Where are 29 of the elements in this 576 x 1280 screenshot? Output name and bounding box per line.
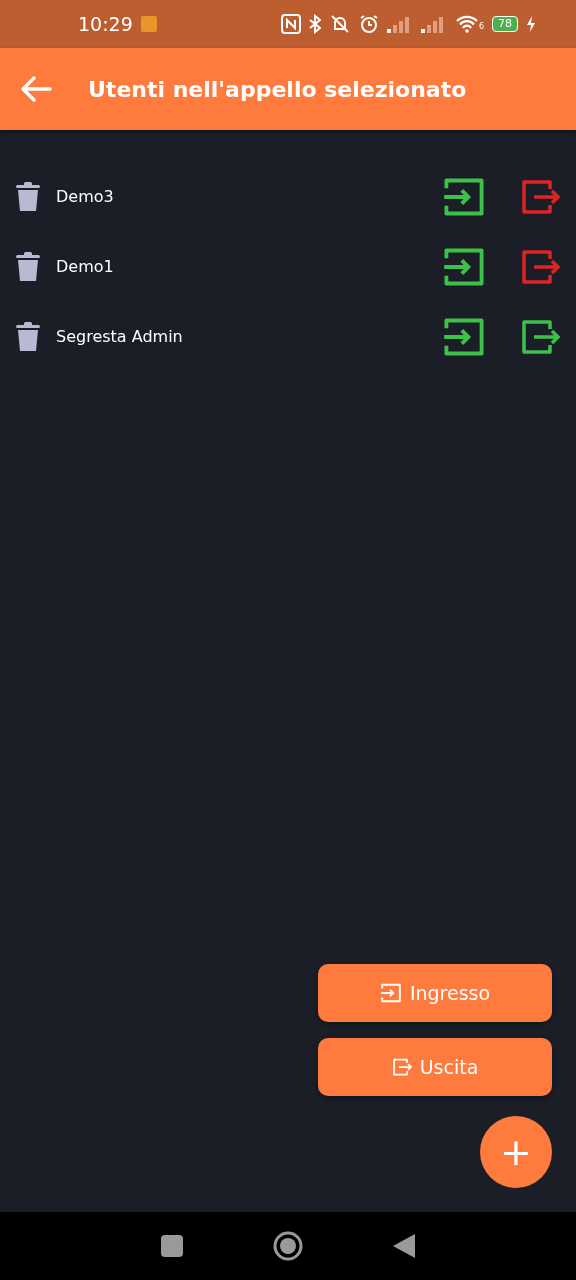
user-name: Segresta Admin	[56, 326, 183, 348]
back-button[interactable]	[20, 75, 52, 103]
entry-icon	[379, 982, 402, 1004]
clock: 10:29	[78, 11, 133, 37]
wifi-number-label: 6	[478, 21, 484, 33]
charging-icon	[526, 16, 536, 32]
user-name: Demo3	[56, 186, 114, 208]
entry-button[interactable]: Ingresso	[318, 964, 552, 1022]
exit-status-button[interactable]	[520, 317, 560, 357]
exit-status-button[interactable]	[520, 177, 560, 217]
add-button[interactable]: +	[480, 1116, 552, 1188]
wifi-icon	[454, 15, 479, 33]
back-nav-button[interactable]	[393, 1234, 415, 1258]
screen-title: Utenti nell'appello selezionato	[88, 75, 467, 104]
home-button[interactable]	[273, 1231, 303, 1261]
nfc-icon	[280, 14, 301, 34]
battery-level: 78	[492, 16, 518, 32]
exit-icon	[391, 1057, 412, 1077]
notification-icon	[140, 16, 157, 32]
user-name: Demo1	[56, 256, 114, 278]
delete-button[interactable]	[16, 252, 40, 282]
delete-button[interactable]	[16, 182, 40, 212]
recents-button[interactable]	[161, 1235, 183, 1257]
bluetooth-icon	[308, 14, 321, 34]
exit-status-button[interactable]	[520, 247, 560, 287]
muted-bell-icon	[328, 14, 351, 34]
exit-button[interactable]: Uscita	[318, 1038, 552, 1096]
alarm-icon	[358, 14, 379, 34]
delete-button[interactable]	[16, 322, 40, 352]
